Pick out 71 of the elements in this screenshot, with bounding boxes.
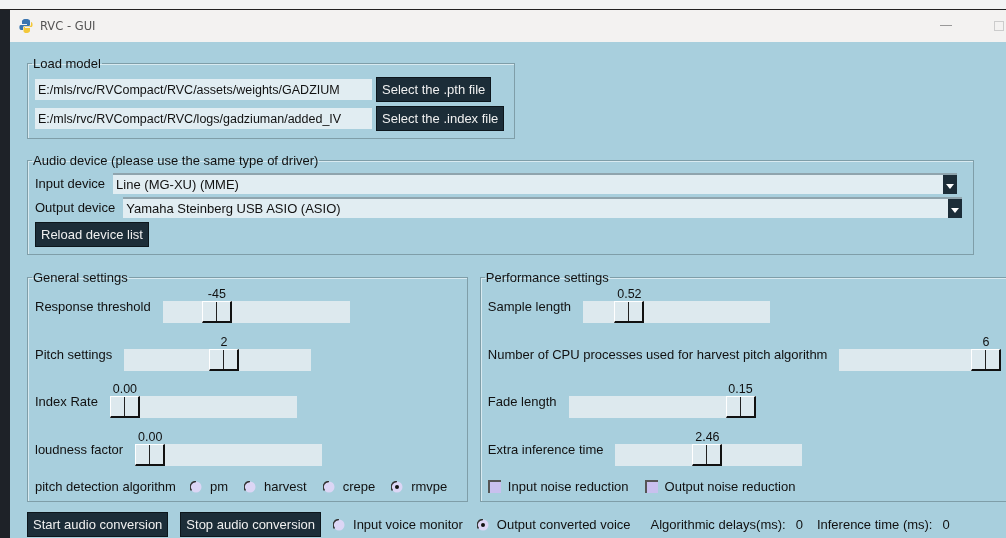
conversion-button[interactable]: Stop audio conversion (180, 512, 321, 537)
radio-option[interactable]: rmvpe (391, 479, 448, 494)
device-label: Output device (35, 200, 116, 215)
group-title: General settings (32, 270, 129, 285)
slider-value: 6 (981, 334, 991, 349)
radio-option[interactable]: Output converted voice (476, 517, 631, 532)
slider-thumb[interactable] (109, 396, 140, 418)
slider-label: loudness factor (35, 441, 124, 457)
readout-label: Algorithmic delays(ms): (650, 517, 786, 532)
slider-value: 2.46 (694, 429, 721, 444)
slider-thumb[interactable] (201, 301, 232, 323)
readout-value: 0 (795, 517, 803, 532)
slider-label: Response threshold (35, 299, 151, 314)
conversion-button[interactable]: Start audio conversion (27, 512, 169, 537)
slider-value: 0.00 (111, 382, 139, 396)
group-title: Performance settings (484, 270, 610, 285)
slider-track[interactable] (583, 301, 770, 323)
slider-track[interactable] (135, 443, 323, 466)
slider-thumb[interactable] (614, 301, 645, 323)
select-file-button[interactable]: Select the .index file (376, 106, 505, 131)
group-title: Audio device (please use the same type of driver) (32, 153, 320, 168)
readout-value: 0 (942, 517, 950, 532)
slider-thumb[interactable] (209, 348, 240, 371)
slider-label: Extra inference time (487, 441, 604, 457)
device-label: Input device (35, 176, 106, 191)
slider-value: 0.52 (616, 287, 643, 301)
slider-value: 0.15 (727, 382, 754, 396)
slider-value: -45 (206, 287, 227, 301)
slider-track[interactable] (615, 443, 803, 466)
slider-thumb[interactable] (135, 443, 166, 466)
readout-label: Inference time (ms): (816, 517, 933, 532)
slider-track[interactable] (839, 348, 1001, 371)
slider-track[interactable] (162, 301, 350, 323)
select-file-button[interactable]: Select the .pth file (376, 77, 492, 102)
slider-label: Fade length (487, 394, 557, 409)
radio-icon[interactable] (322, 480, 335, 493)
app-icon (18, 18, 34, 34)
window-title: RVC - GUI (40, 19, 97, 33)
radio-option[interactable]: pm (189, 479, 228, 494)
slider-label: Pitch settings (35, 346, 113, 362)
device-dropdown[interactable]: Yamaha Steinberg USB ASIO (ASIO) (123, 197, 962, 218)
slider-label: Number of CPU processes used for harvest pitch algorithm (487, 346, 828, 362)
minimize-icon[interactable] (940, 25, 952, 27)
slider-track[interactable] (568, 396, 756, 418)
radio-icon[interactable] (391, 480, 404, 493)
slider-thumb[interactable] (971, 348, 1001, 371)
slider-track[interactable] (124, 348, 312, 371)
radio-icon[interactable] (244, 480, 256, 493)
checkbox-icon[interactable] (644, 480, 658, 493)
checkbox-icon[interactable] (487, 480, 501, 493)
path-field[interactable]: E:/mls/rvc/RVCompact/RVC/logs/gadziuman/added_IV (35, 108, 372, 129)
slider-thumb[interactable] (725, 396, 756, 418)
slider-label: Sample length (487, 299, 571, 314)
group-title: Load model (32, 56, 102, 71)
radio-option[interactable]: Input voice monitor (333, 517, 463, 532)
radio-option[interactable]: crepe (322, 479, 376, 494)
path-field[interactable]: E:/mls/rvc/RVCompact/RVC/assets/weights/GADZIUM (35, 79, 372, 100)
slider-track[interactable] (109, 396, 297, 418)
radio-icon[interactable] (333, 518, 345, 531)
option-label: pitch detection algorithm (35, 479, 176, 494)
checkbox-option[interactable]: Output noise reduction (644, 479, 796, 494)
reload-button[interactable]: Reload device list (35, 222, 149, 247)
checkbox-option[interactable]: Input noise reduction (487, 479, 629, 494)
device-dropdown[interactable]: Line (MG-XU) (MME) (113, 173, 957, 194)
slider-value: 2 (219, 334, 229, 349)
slider-thumb[interactable] (692, 443, 723, 466)
slider-label: Index Rate (35, 394, 98, 409)
slider-value: 0.00 (137, 429, 164, 444)
radio-icon[interactable] (476, 518, 489, 531)
radio-icon[interactable] (189, 480, 202, 493)
radio-option[interactable]: harvest (244, 479, 307, 494)
